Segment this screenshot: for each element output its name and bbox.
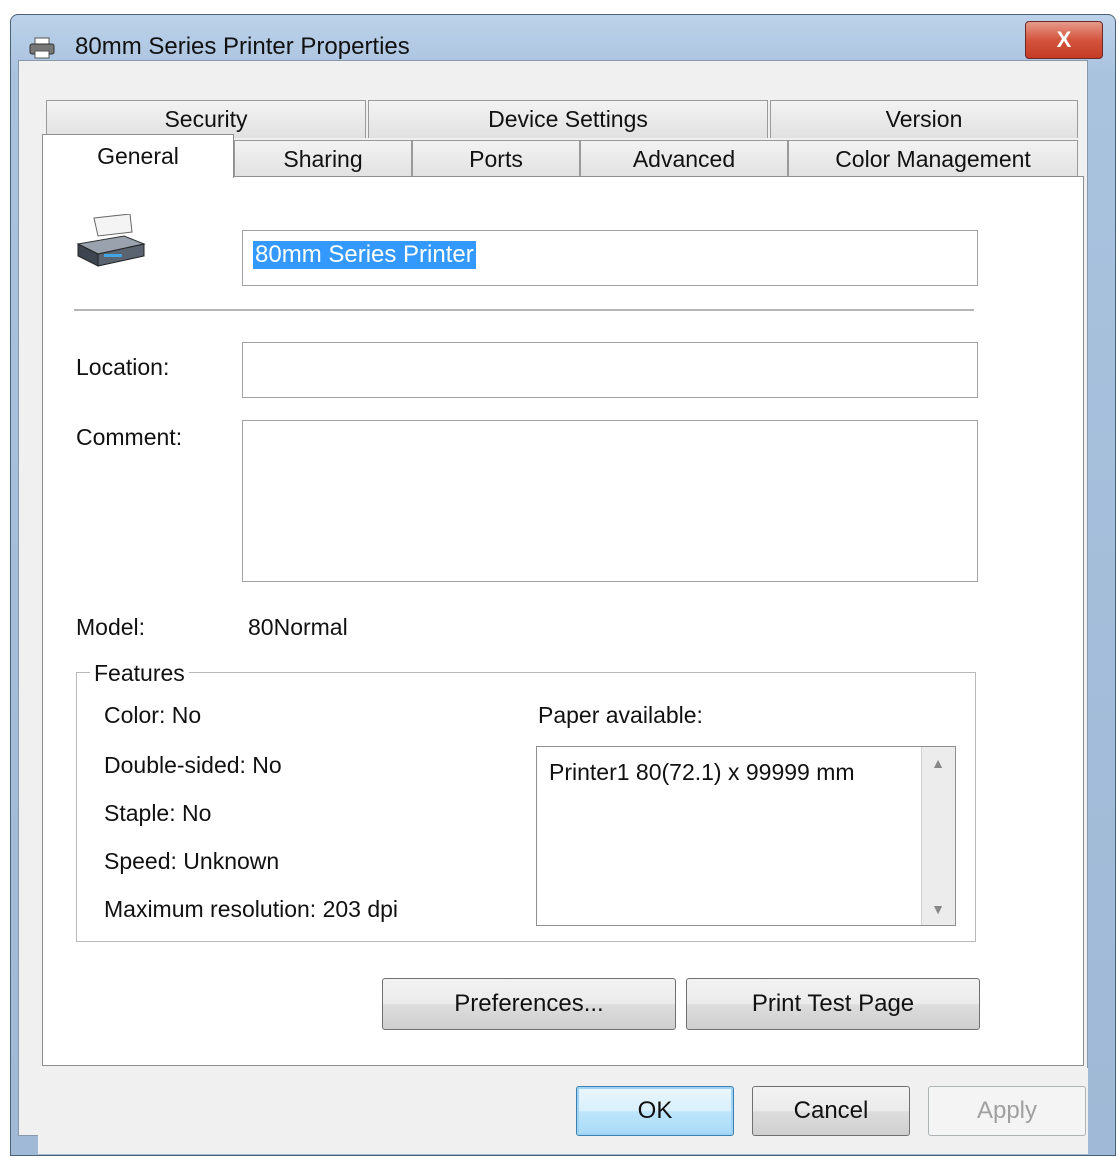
close-button[interactable]: X (1025, 21, 1103, 59)
comment-label: Comment: (76, 424, 183, 450)
scrollbar[interactable]: ▲ ▼ (921, 747, 955, 925)
feature-color: Color: No (104, 702, 202, 728)
scroll-up-icon[interactable]: ▲ (925, 751, 951, 775)
tab-general[interactable]: General (42, 134, 234, 178)
ok-button[interactable]: OK (576, 1086, 734, 1136)
tab-device-settings[interactable]: Device Settings (368, 100, 768, 138)
tab-security[interactable]: Security (46, 100, 366, 138)
tab-version[interactable]: Version (770, 100, 1078, 138)
printer-name-text: 80mm Series Printer (253, 241, 476, 269)
tab-label: Advanced (632, 146, 736, 172)
cancel-button[interactable]: Cancel (752, 1086, 910, 1136)
button-label: Preferences... (454, 990, 604, 1017)
window-title: 80mm Series Printer Properties (75, 33, 410, 60)
scroll-down-icon[interactable]: ▼ (925, 897, 951, 921)
button-label: Print Test Page (751, 990, 915, 1017)
printer-name-field[interactable]: 80mm Series Printer (242, 230, 978, 286)
preferences-button[interactable]: Preferences... (382, 978, 676, 1030)
tab-label: Color Management (835, 146, 1031, 172)
paper-available-label: Paper available: (538, 702, 703, 728)
tab-sharing[interactable]: Sharing (234, 140, 412, 178)
paper-list[interactable]: Printer1 80(72.1) x 99999 mm ▲ ▼ (536, 746, 956, 926)
location-label: Location: (76, 354, 170, 380)
button-label: Cancel (793, 1097, 869, 1124)
comment-field[interactable] (242, 420, 978, 582)
location-field[interactable] (242, 342, 978, 398)
tab-label: Ports (469, 146, 523, 172)
button-label: OK (637, 1097, 673, 1124)
feature-staple: Staple: No (104, 800, 212, 826)
close-icon: X (1056, 27, 1072, 52)
tab-label: Sharing (283, 146, 363, 172)
tab-label: Security (164, 106, 248, 132)
model-value: 80Normal (248, 614, 348, 640)
feature-speed: Speed: Unknown (104, 848, 280, 874)
button-label: Apply (976, 1097, 1038, 1124)
tab-color-management[interactable]: Color Management (788, 140, 1078, 178)
tab-label: General (97, 143, 179, 169)
printer-icon (76, 214, 146, 267)
tab-label: Device Settings (488, 106, 648, 132)
separator (74, 309, 974, 311)
list-item[interactable]: Printer1 80(72.1) x 99999 mm (549, 759, 855, 786)
apply-button[interactable]: Apply (928, 1086, 1086, 1136)
feature-max-resolution: Maximum resolution: 203 dpi (104, 896, 399, 922)
feature-double-sided: Double-sided: No (104, 752, 282, 778)
printer-icon (29, 37, 55, 59)
model-label: Model: (76, 614, 146, 640)
print-test-page-button[interactable]: Print Test Page (686, 978, 980, 1030)
tab-label: Version (885, 106, 963, 132)
tab-ports[interactable]: Ports (412, 140, 580, 178)
features-title: Features (90, 660, 189, 687)
tab-advanced[interactable]: Advanced (580, 140, 788, 178)
